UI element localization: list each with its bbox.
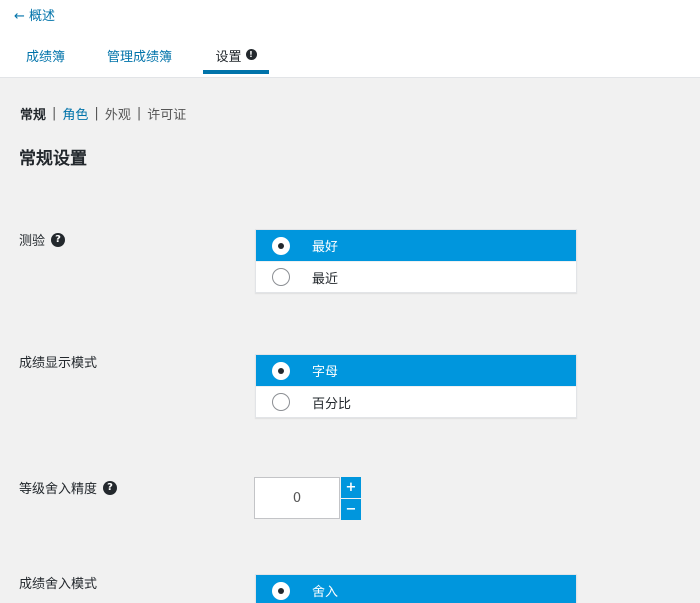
- increment-button[interactable]: +: [341, 477, 361, 498]
- tab-manage-gradebook[interactable]: 管理成绩簿: [107, 44, 172, 78]
- radio-button-icon: [272, 268, 290, 286]
- field-label-test: 测验 ?: [19, 230, 66, 249]
- field-label-text: 成绩显示模式: [19, 356, 98, 371]
- info-icon: !: [245, 49, 257, 60]
- radio-option-label: 最近: [312, 271, 339, 287]
- radio-option-label: 字母: [312, 365, 339, 380]
- radio-option-label: 最好: [312, 240, 339, 255]
- radio-option-percentage[interactable]: 百分比: [256, 386, 576, 417]
- radio-option-label: 舍入: [312, 585, 339, 600]
- radio-option-label: 百分比: [312, 396, 352, 412]
- field-label-grade-display: 成绩显示模式: [19, 352, 97, 371]
- field-label-text: 等级舍入精度: [19, 482, 98, 497]
- field-label-rounding-precision: 等级舍入精度 ?: [19, 478, 118, 497]
- radio-button-icon: [272, 361, 290, 380]
- field-label-text: 测验: [19, 234, 46, 249]
- field-label-text: 成绩舍入模式: [19, 577, 98, 592]
- subnav-roles[interactable]: 角色: [62, 104, 88, 123]
- help-icon[interactable]: ?: [103, 480, 118, 495]
- rounding-precision-stepper: + −: [254, 477, 361, 520]
- radio-button-icon: [272, 581, 290, 600]
- subnav-general[interactable]: 常规: [20, 104, 46, 123]
- subnav-appearance[interactable]: 外观: [105, 104, 131, 123]
- top-bar: ← 概述 成绩簿 管理成绩簿 设置 !: [0, 0, 700, 78]
- tab-bar: 成绩簿 管理成绩簿 设置 !: [0, 44, 700, 78]
- radio-group-test: 最好 最近: [255, 229, 577, 293]
- tab-gradebook[interactable]: 成绩簿: [26, 44, 65, 78]
- settings-subnav: 常规 | 角色 | 外观 | 许可证: [20, 104, 186, 123]
- help-icon[interactable]: ?: [51, 232, 66, 247]
- tab-manage-gradebook-label: 管理成绩簿: [107, 50, 173, 65]
- tab-gradebook-label: 成绩簿: [26, 50, 66, 65]
- rounding-precision-input[interactable]: [254, 477, 340, 519]
- radio-button-icon: [272, 236, 290, 255]
- radio-button-icon: [272, 393, 290, 411]
- subnav-separator: |: [52, 106, 57, 121]
- radio-group-grade-display: 字母 百分比: [255, 354, 577, 418]
- tab-settings[interactable]: 设置 !: [203, 44, 269, 74]
- radio-option-round[interactable]: 舍入: [256, 575, 576, 603]
- radio-group-rounding-mode: 舍入: [255, 574, 577, 603]
- tab-settings-label: 设置: [215, 50, 242, 65]
- subnav-license[interactable]: 许可证: [147, 104, 186, 123]
- section-title: 常规设置: [19, 149, 87, 169]
- decrement-button[interactable]: −: [341, 499, 361, 520]
- subnav-separator: |: [94, 106, 99, 121]
- radio-option-latest[interactable]: 最近: [256, 261, 576, 292]
- field-label-rounding-mode: 成绩舍入模式: [19, 573, 97, 592]
- radio-option-letter[interactable]: 字母: [256, 355, 576, 386]
- radio-option-best[interactable]: 最好: [256, 230, 576, 261]
- stepper-buttons: + −: [341, 477, 361, 520]
- subnav-separator: |: [136, 106, 142, 121]
- back-link-overview[interactable]: ← 概述: [14, 5, 55, 24]
